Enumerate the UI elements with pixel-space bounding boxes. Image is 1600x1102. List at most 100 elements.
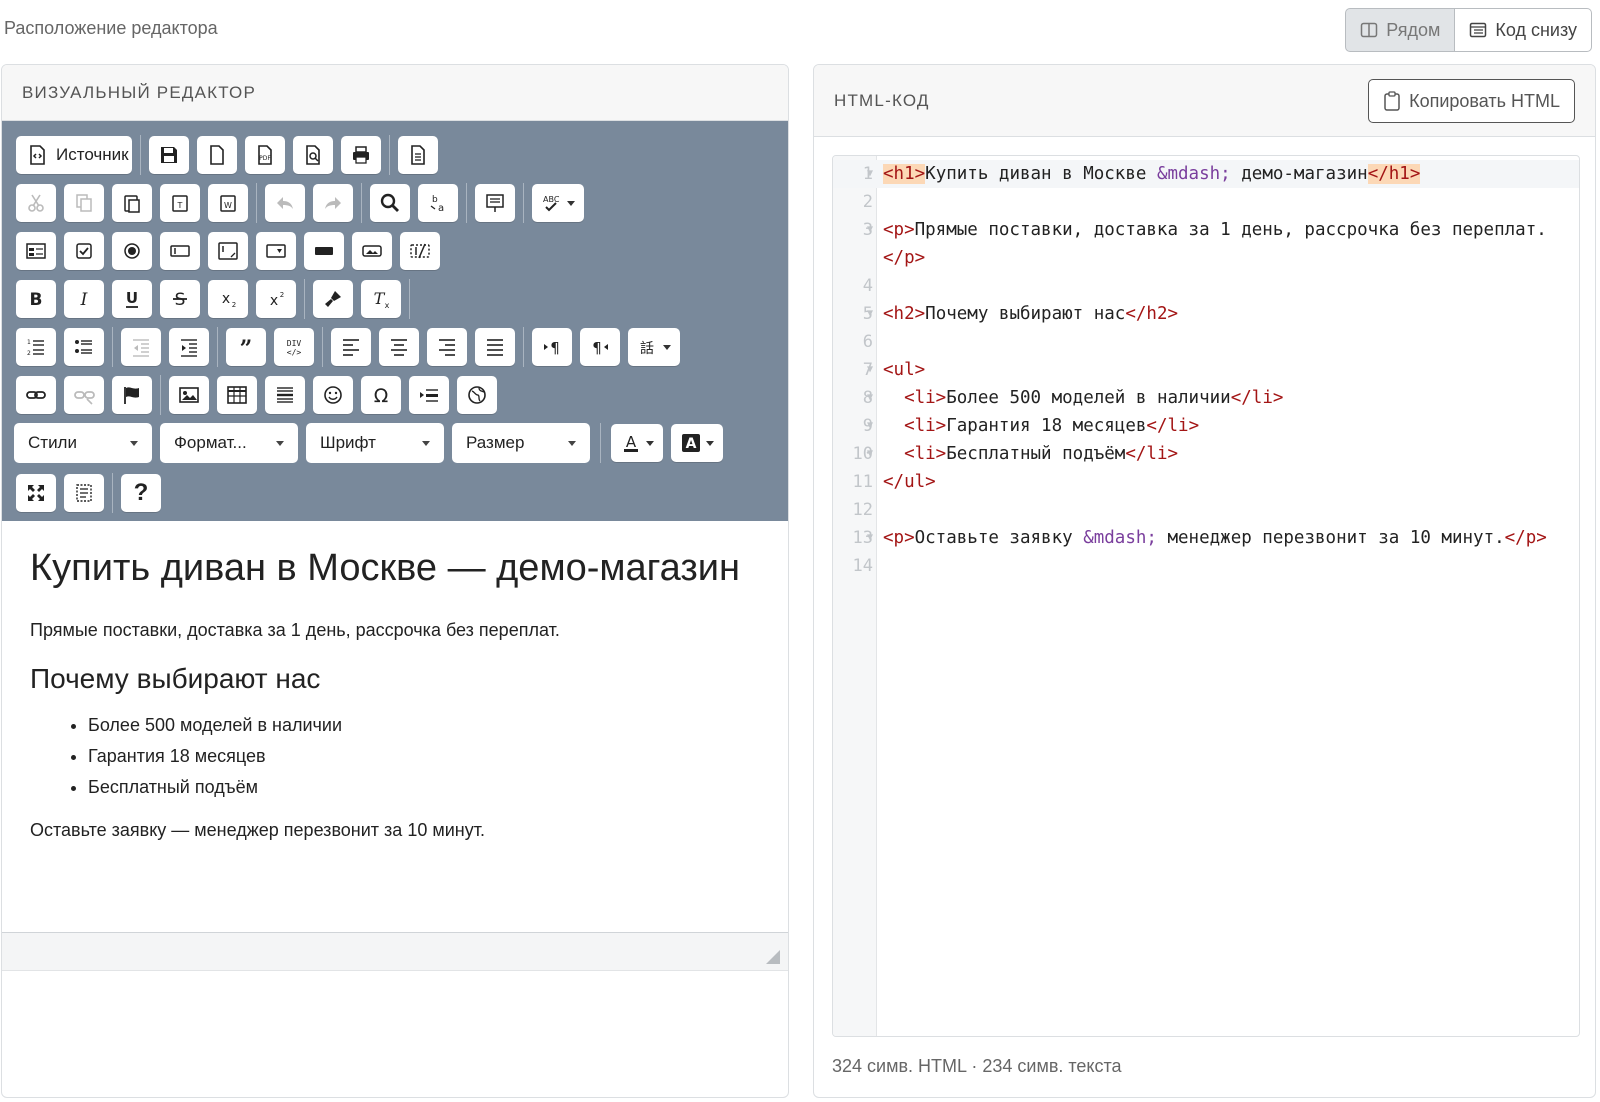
hidden-field-button[interactable] [400,232,440,270]
show-blocks-button[interactable] [64,474,104,512]
layout-bar: Расположение редактора Рядом Код снизу [0,0,1600,60]
code-below-button[interactable]: Код снизу [1455,8,1592,52]
image-button[interactable] [169,376,209,414]
spellcheck-button[interactable]: ABC [532,184,584,222]
radio-button[interactable] [112,232,152,270]
resize-handle-icon[interactable] [766,950,780,964]
page-break-button[interactable] [409,376,449,414]
hidden-field-icon [410,243,430,259]
justify-button[interactable] [475,328,515,366]
code-editor[interactable]: 1 ▼ <h1>Купить диван в Москве &mdash; демо… [832,155,1580,1037]
svg-text:B: B [30,290,43,310]
copy-format-button[interactable] [313,280,353,318]
character-counter: 324 симв. HTML · 234 симв. текста [832,1056,1122,1076]
form-button[interactable] [16,232,56,270]
superscript-button[interactable]: x2 [256,280,296,318]
textarea-button[interactable] [208,232,248,270]
text-field-button[interactable] [160,232,200,270]
subscript-button[interactable]: x2 [208,280,248,318]
export-pdf-button[interactable]: PDF [245,136,285,174]
bold-button[interactable]: B [16,280,56,318]
copy-html-button[interactable]: Копировать HTML [1368,79,1575,123]
font-dropdown[interactable]: Шрифт [306,423,444,463]
copy-button[interactable] [64,184,104,222]
fold-arrow-icon[interactable]: ▼ [867,524,873,552]
div-container-button[interactable]: DIV </> [274,328,314,366]
new-page-button[interactable] [197,136,237,174]
code-line: 5 ▼ <h2>Почему выбирают нас</h2> [833,300,1579,328]
size-dropdown[interactable]: Размер [452,423,590,463]
fold-arrow-icon[interactable]: ▼ [867,384,873,412]
align-right-button[interactable] [427,328,467,366]
svg-text:話: 話 [640,340,654,357]
indent-button[interactable] [169,328,209,366]
italic-button[interactable]: I [64,280,104,318]
styles-dropdown[interactable]: Стили [14,423,152,463]
rtl-button[interactable]: ¶ [580,328,620,366]
fold-arrow-icon[interactable]: ▼ [867,412,873,440]
fold-arrow-icon[interactable]: ▼ [867,300,873,328]
svg-text:¶: ¶ [592,339,602,357]
code-token: &mdash; [1156,164,1231,184]
size-label: Размер [466,433,525,452]
text-color-button[interactable]: A [611,424,663,462]
help-button[interactable]: ? [121,474,161,512]
fold-arrow-icon[interactable]: ▼ [867,160,873,188]
fold-arrow-icon[interactable]: ▼ [867,440,873,468]
save-button[interactable] [149,136,189,174]
svg-text:W: W [224,201,232,210]
remove-format-button[interactable]: Tx [361,280,401,318]
replace-button[interactable]: ba [418,184,458,222]
outdent-button[interactable] [121,328,161,366]
smiley-button[interactable] [313,376,353,414]
templates-button[interactable] [398,136,438,174]
strikethrough-icon: S [173,290,187,310]
blockquote-button[interactable]: ” [226,328,266,366]
select-field-button[interactable] [256,232,296,270]
editor-content[interactable]: Купить диван в Москве — демо-магазин Пря… [2,521,788,933]
align-center-icon [391,339,407,356]
form-button-button[interactable] [304,232,344,270]
line-number: 14 [852,556,873,576]
numbered-list-button[interactable]: 12 [16,328,56,366]
code-token: </li> [1230,388,1284,408]
underline-button[interactable]: U [112,280,152,318]
fold-arrow-icon[interactable]: ▼ [867,216,873,244]
background-color-button[interactable]: A [671,424,723,462]
paste-text-button[interactable]: T [160,184,200,222]
align-left-button[interactable] [331,328,371,366]
ltr-button[interactable]: ¶ [532,328,572,366]
scissors-icon [28,194,44,212]
select-all-button[interactable] [475,184,515,222]
maximize-button[interactable] [16,474,56,512]
horizontal-rule-button[interactable] [265,376,305,414]
preview-button[interactable] [293,136,333,174]
format-dropdown[interactable]: Формат... [160,423,298,463]
source-button[interactable]: Источник [16,136,132,174]
code-token: <li> [904,416,947,436]
print-button[interactable] [341,136,381,174]
align-center-button[interactable] [379,328,419,366]
cut-button[interactable] [16,184,56,222]
special-char-button[interactable]: Ω [361,376,401,414]
unlink-button[interactable] [64,376,104,414]
checkbox-button[interactable] [64,232,104,270]
language-button[interactable]: 話 [628,328,680,366]
side-by-side-button[interactable]: Рядом [1345,8,1456,52]
paste-button[interactable] [112,184,152,222]
div-icon: DIV</> [287,339,302,357]
fold-arrow-icon[interactable]: ▼ [867,356,873,384]
content-paragraph: Прямые поставки, доставка за 1 день, рас… [30,620,560,640]
table-button[interactable] [217,376,257,414]
image-button-icon [362,245,382,257]
bulleted-list-button[interactable] [64,328,104,366]
undo-button[interactable] [265,184,305,222]
find-button[interactable] [370,184,410,222]
image-button-button[interactable] [352,232,392,270]
paste-word-button[interactable]: W [208,184,248,222]
link-button[interactable] [16,376,56,414]
anchor-button[interactable] [112,376,152,414]
iframe-button[interactable] [457,376,497,414]
strikethrough-button[interactable]: S [160,280,200,318]
redo-button[interactable] [313,184,353,222]
